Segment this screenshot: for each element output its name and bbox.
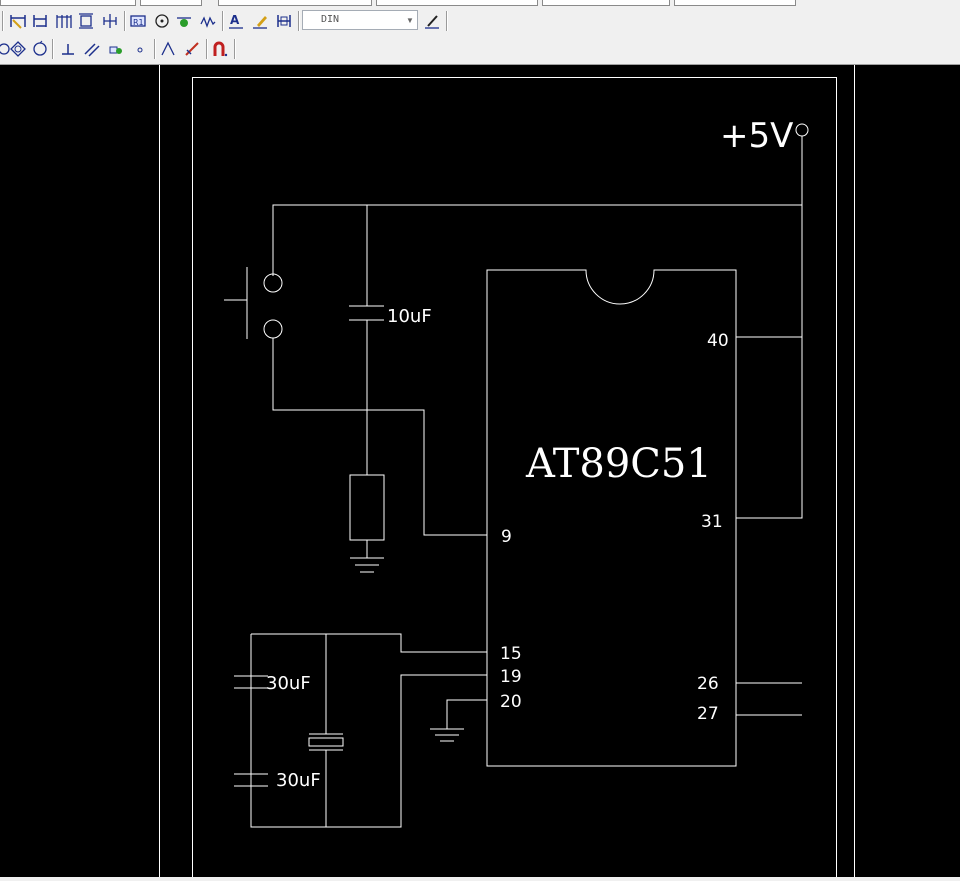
drawing-canvas[interactable]: +5V AT89C51 10uF 30uF 30uF 40 31 9 15 19…	[0, 65, 960, 877]
nearest-snap-icon[interactable]	[130, 39, 150, 59]
dimension-style-select[interactable]: DIN ▼	[302, 10, 418, 30]
color-field[interactable]	[140, 0, 202, 6]
svg-text:R1: R1	[133, 18, 144, 27]
lineweight-field[interactable]	[376, 0, 538, 6]
radius-dimension-icon[interactable]: R1	[128, 11, 148, 31]
dimension-edit-icon[interactable]: A	[226, 11, 246, 31]
pin-26-label: 26	[697, 674, 719, 694]
snap-none-icon[interactable]	[158, 39, 178, 59]
baseline-dimension-icon[interactable]	[54, 11, 74, 31]
arc-length-icon[interactable]	[198, 11, 218, 31]
pin-15-label: 15	[500, 644, 522, 664]
pin-27-label: 27	[697, 704, 719, 724]
ordinate-dimension-icon[interactable]	[100, 11, 120, 31]
plot-style-field[interactable]	[542, 0, 670, 6]
linetype-field[interactable]	[218, 0, 372, 6]
aligned-dimension-icon[interactable]	[30, 11, 50, 31]
object-snap-toolbar	[0, 35, 960, 65]
dimension-style-value: DIN	[321, 14, 340, 25]
perpendicular-snap-icon[interactable]	[58, 39, 78, 59]
pin-31-label: 31	[701, 512, 723, 532]
snap-settings-icon[interactable]	[182, 39, 202, 59]
plot-field[interactable]	[674, 0, 796, 6]
status-bar	[0, 877, 960, 881]
chip-label: AT89C51	[525, 441, 712, 487]
top-toolbar-strip	[0, 0, 960, 7]
reset-capacitor-label: 10uF	[387, 306, 432, 327]
dimension-update-icon[interactable]	[274, 11, 294, 31]
angular-dimension-icon[interactable]	[174, 11, 194, 31]
pin-19-label: 19	[500, 667, 522, 687]
dimension-text-edit-icon[interactable]	[250, 11, 270, 31]
linear-dimension-icon[interactable]	[8, 11, 28, 31]
insert-snap-icon[interactable]	[106, 39, 126, 59]
pin-20-label: 20	[500, 692, 522, 712]
xtal-bottom-capacitor-label: 30uF	[276, 770, 321, 791]
continue-dimension-icon[interactable]	[76, 11, 96, 31]
chevron-down-icon[interactable]: ▼	[403, 11, 417, 29]
pin-40-label: 40	[707, 331, 729, 351]
dimension-style-icon[interactable]	[422, 11, 442, 31]
layer-field[interactable]	[0, 0, 136, 6]
diameter-dimension-icon[interactable]	[152, 11, 172, 31]
xtal-top-capacitor-label: 30uF	[266, 673, 311, 694]
parallel-snap-icon[interactable]	[82, 39, 102, 59]
supply-label: +5V	[720, 116, 793, 156]
pin-9-label: 9	[501, 527, 512, 547]
magnet-icon[interactable]	[210, 39, 230, 59]
svg-text:A: A	[230, 13, 240, 27]
center-snap-icon[interactable]	[8, 39, 28, 59]
node-snap-icon[interactable]	[30, 39, 50, 59]
dimension-toolbar: R1 A DIN ▼	[0, 7, 960, 36]
